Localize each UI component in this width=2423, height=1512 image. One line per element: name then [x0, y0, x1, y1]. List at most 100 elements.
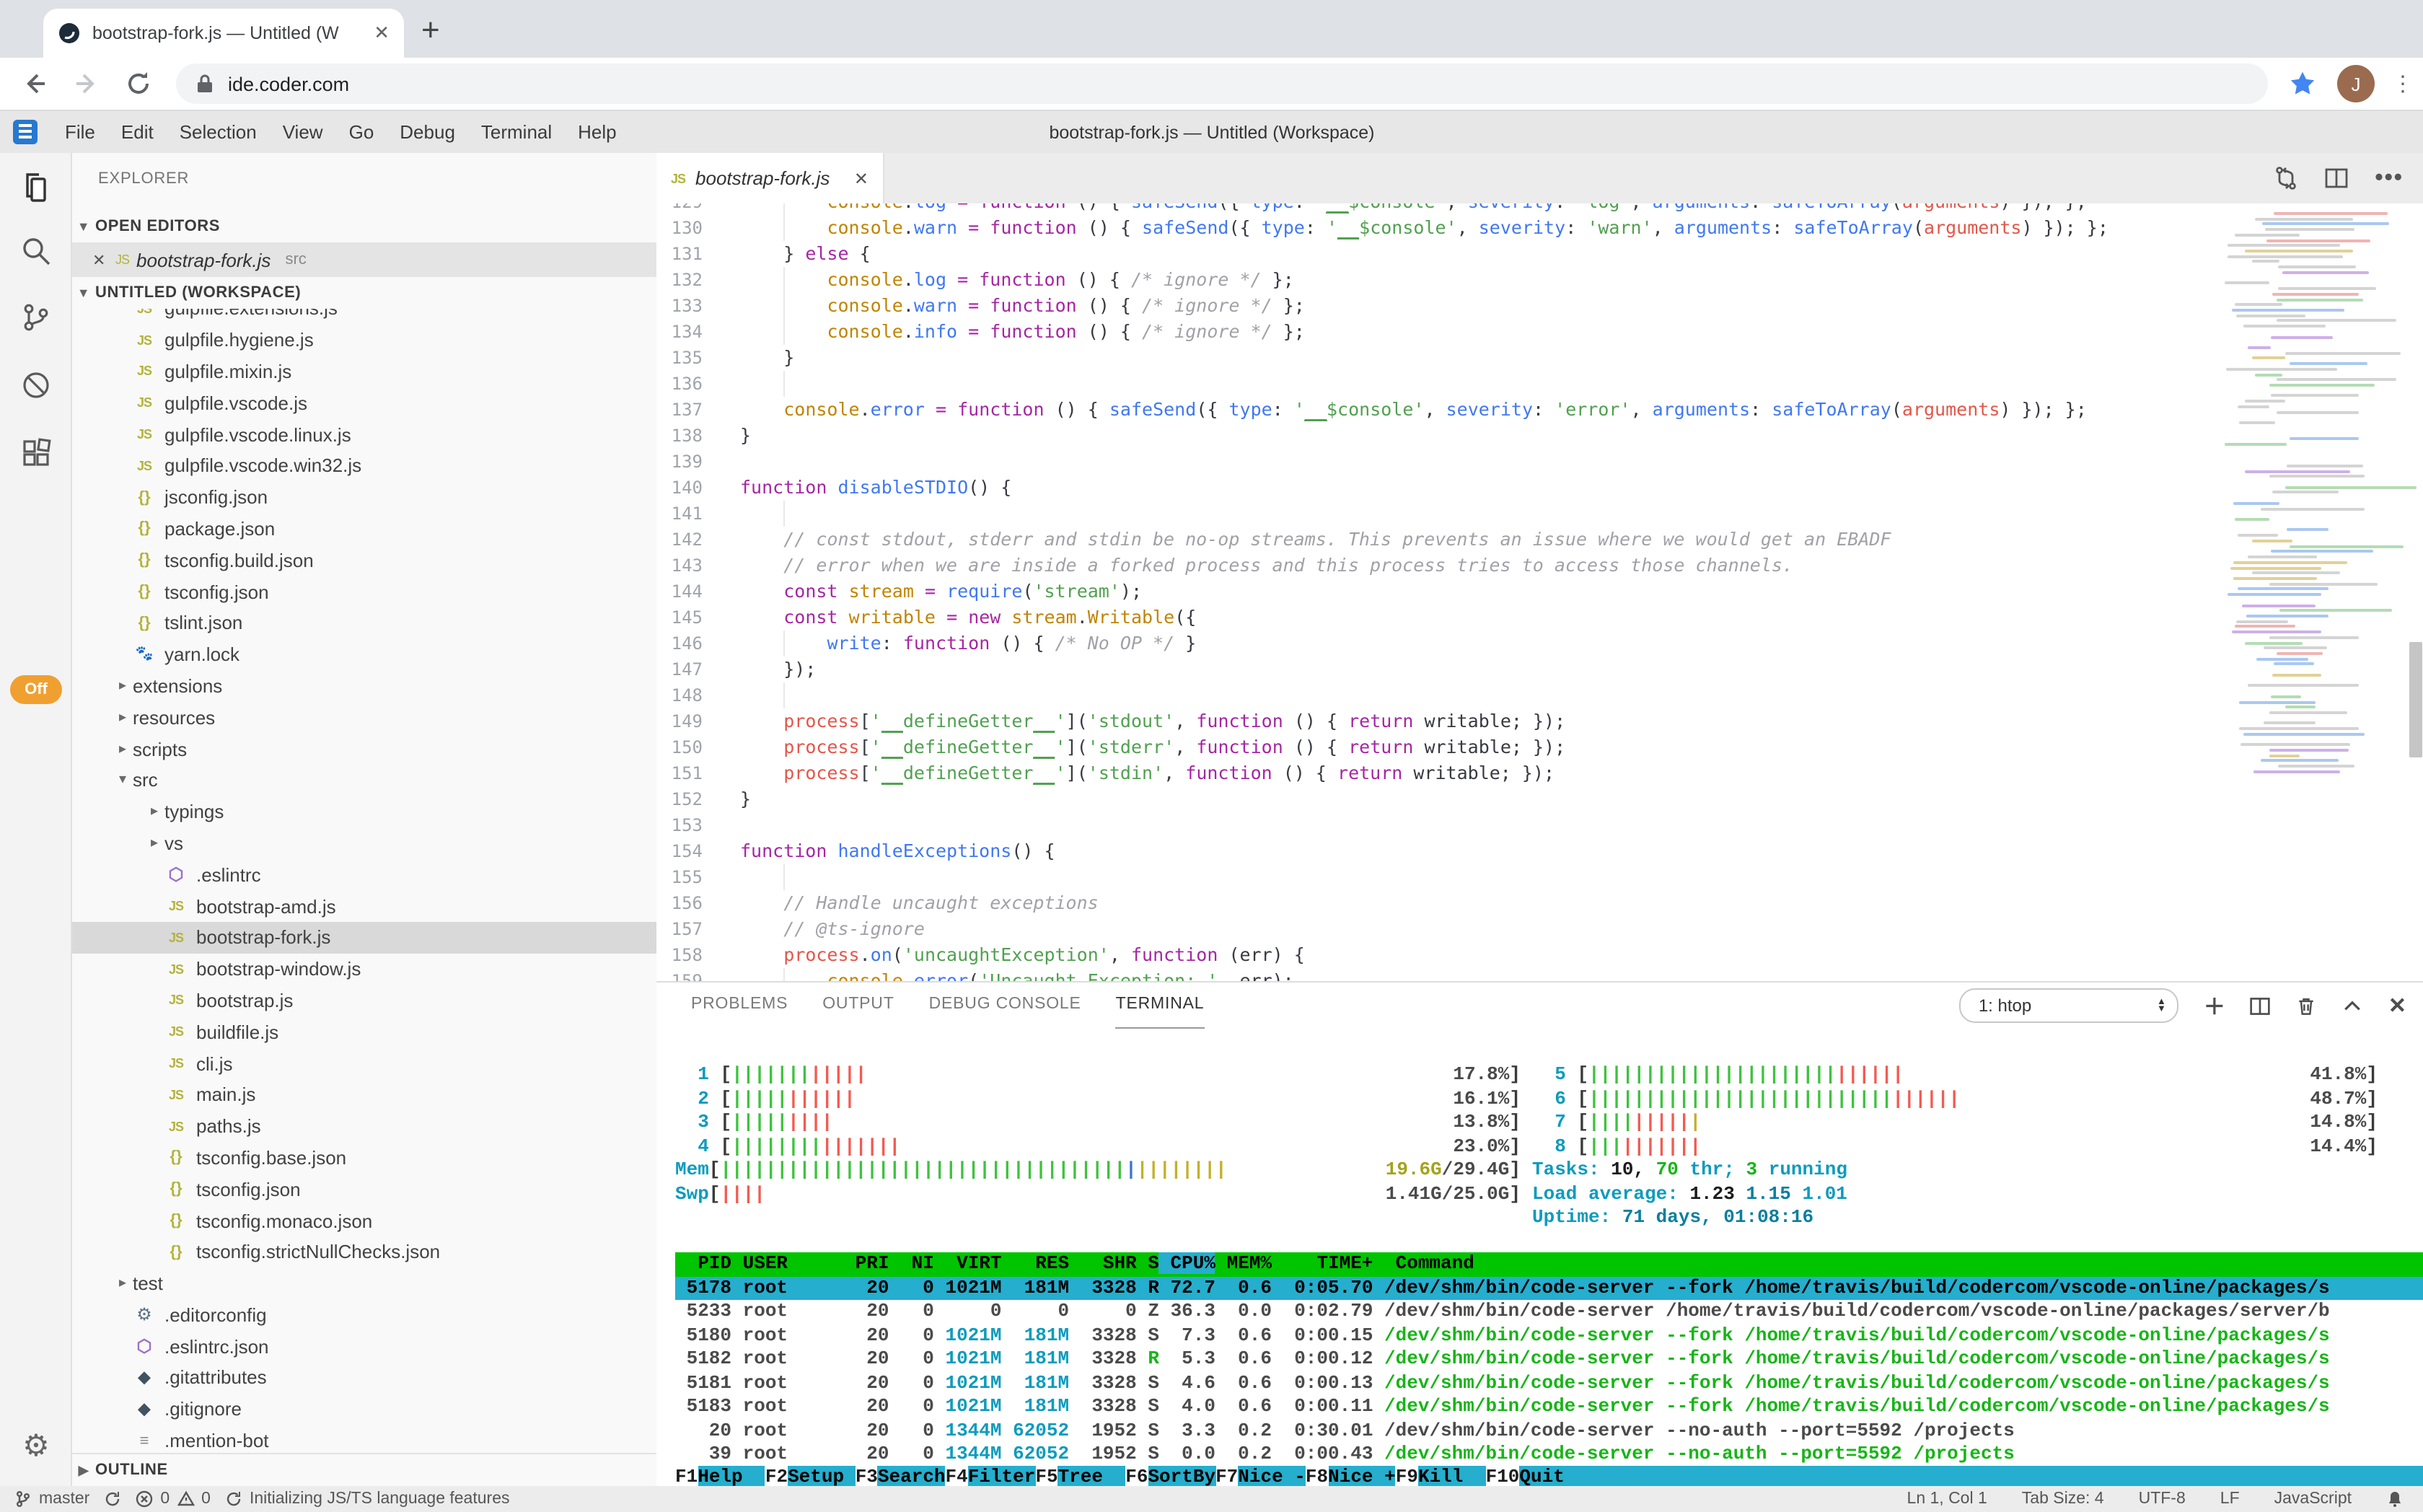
tree-item[interactable]: JScli.js — [72, 1047, 656, 1079]
open-editors-header[interactable]: ▼ OPEN EDITORS — [72, 211, 656, 242]
code-editor[interactable]: 129 console.log = function () { safeSend… — [656, 203, 2423, 981]
tree-item[interactable]: JSgulpfile.vscode.linux.js — [72, 418, 656, 450]
menu-go[interactable]: Go — [336, 111, 387, 153]
back-icon[interactable] — [20, 69, 49, 98]
tab-close-icon[interactable]: ✕ — [374, 22, 390, 45]
forward-icon[interactable] — [72, 69, 101, 98]
new-terminal-icon[interactable]: ＋ — [2204, 990, 2225, 1021]
sync-status[interactable] — [104, 1490, 121, 1508]
menu-terminal[interactable]: Terminal — [468, 111, 565, 153]
tree-item[interactable]: ▸resources — [72, 702, 656, 734]
panel-tab-output[interactable]: OUTPUT — [822, 983, 894, 1029]
close-panel-icon[interactable]: ✕ — [2388, 993, 2406, 1019]
browser-avatar[interactable]: J — [2337, 65, 2375, 102]
tree-item[interactable]: JSbootstrap-fork.js — [72, 922, 656, 954]
menu-selection[interactable]: Selection — [167, 111, 270, 153]
tree-item[interactable]: JSgulpfile.hygiene.js — [72, 325, 656, 356]
language-mode[interactable]: JavaScript — [2274, 1490, 2352, 1508]
htop-process-row[interactable]: 5233 root 20 0 0 0 0 Z 36.3 0.0 0:02.79 … — [675, 1300, 2423, 1324]
open-changes-icon[interactable] — [2274, 166, 2298, 190]
tree-item[interactable]: ▸typings — [72, 796, 656, 828]
tree-item[interactable]: {}tsconfig.strictNullChecks.json — [72, 1236, 656, 1268]
htop-process-row[interactable]: 20 root 20 0 1344M 62052 1952 S 3.3 0.2 … — [675, 1419, 2423, 1443]
tree-item[interactable]: JSgulpfile.extensions.js — [72, 309, 656, 325]
tree-item[interactable]: ▸vs — [72, 827, 656, 859]
htop-table-header[interactable]: PID USER PRI NI VIRT RES SHR S CPU% MEM%… — [675, 1252, 2423, 1276]
browser-menu-icon[interactable]: ⋮ — [2392, 71, 2398, 97]
tree-item[interactable]: ⬡.eslintrc — [72, 859, 656, 891]
source-control-icon[interactable] — [0, 286, 72, 349]
open-editor-item[interactable]: ✕ JS bootstrap-fork.js src — [72, 242, 656, 277]
htop-process-row[interactable]: 5182 root 20 0 1021M 181M 3328 R 5.3 0.6… — [675, 1348, 2423, 1371]
search-icon[interactable] — [0, 219, 72, 283]
tree-item[interactable]: JSbuildfile.js — [72, 1016, 656, 1048]
tree-item[interactable]: JSbootstrap.js — [72, 985, 656, 1016]
tree-item[interactable]: ▸scripts — [72, 733, 656, 765]
split-editor-icon[interactable] — [2324, 166, 2349, 190]
tree-item[interactable]: JSmain.js — [72, 1079, 656, 1111]
browser-tab[interactable]: bootstrap-fork.js — Untitled (W ✕ — [43, 9, 404, 58]
eol[interactable]: LF — [2220, 1490, 2240, 1508]
tree-item[interactable]: JSgulpfile.mixin.js — [72, 356, 656, 387]
new-tab-button[interactable]: + — [421, 14, 440, 46]
close-editor-icon[interactable]: ✕ — [92, 250, 115, 269]
editor-scrollbar[interactable] — [2409, 642, 2422, 757]
tree-item[interactable]: ◆.gitattributes — [72, 1362, 656, 1394]
tree-item[interactable]: ◆.gitignore — [72, 1394, 656, 1425]
tree-item[interactable]: ⚙.editorconfig — [72, 1299, 656, 1331]
htop-process-row[interactable]: 5181 root 20 0 1021M 181M 3328 S 4.6 0.6… — [675, 1371, 2423, 1395]
kill-terminal-icon[interactable] — [2296, 995, 2318, 1016]
htop-process-row[interactable]: 5180 root 20 0 1021M 181M 3328 S 7.3 0.6… — [675, 1324, 2423, 1348]
tree-item[interactable]: JSbootstrap-amd.js — [72, 890, 656, 922]
htop-process-row[interactable]: 5178 root 20 0 1021M 181M 3328 R 72.7 0.… — [675, 1276, 2423, 1300]
tree-item[interactable]: ▸extensions — [72, 670, 656, 702]
tree-item[interactable]: {}tsconfig.monaco.json — [72, 1205, 656, 1236]
tree-item[interactable]: {}tslint.json — [72, 607, 656, 639]
branch-status[interactable]: master — [14, 1490, 89, 1508]
tree-item[interactable]: JSgulpfile.vscode.js — [72, 387, 656, 419]
extensions-icon[interactable] — [0, 421, 72, 485]
tree-item[interactable]: ≡.mention-bot — [72, 1425, 656, 1454]
panel-tab-debug-console[interactable]: DEBUG CONSOLE — [929, 983, 1081, 1029]
tree-item[interactable]: JSpaths.js — [72, 1110, 656, 1142]
panel-tab-problems[interactable]: PROBLEMS — [691, 983, 788, 1029]
htop-process-row[interactable]: 39 root 20 0 1344M 62052 1952 S 0.0 0.2 … — [675, 1443, 2423, 1467]
tree-item[interactable]: ▸test — [72, 1267, 656, 1299]
maximize-panel-icon[interactable] — [2342, 995, 2364, 1016]
workspace-header[interactable]: ▼ UNTITLED (WORKSPACE) — [72, 277, 656, 309]
tree-item[interactable]: {}package.json — [72, 513, 656, 545]
tree-item[interactable]: {}tsconfig.json — [72, 1174, 656, 1205]
tree-item[interactable]: {}tsconfig.build.json — [72, 545, 656, 576]
encoding[interactable]: UTF-8 — [2139, 1490, 2186, 1508]
tree-item[interactable]: ▾src — [72, 765, 656, 796]
menu-debug[interactable]: Debug — [387, 111, 468, 153]
tree-item[interactable]: {}tsconfig.json — [72, 576, 656, 607]
split-terminal-icon[interactable] — [2250, 995, 2272, 1016]
off-badge[interactable]: Off — [10, 675, 62, 704]
htop-process-row[interactable]: 5183 root 20 0 1021M 181M 3328 S 4.0 0.6… — [675, 1395, 2423, 1419]
bookmark-star-icon[interactable] — [2288, 69, 2317, 98]
minimap[interactable] — [2225, 212, 2401, 789]
address-bar[interactable]: ide.coder.com — [176, 63, 2268, 104]
reload-icon[interactable] — [124, 69, 153, 98]
tree-item[interactable]: {}tsconfig.base.json — [72, 1142, 656, 1174]
tab-size[interactable]: Tab Size: 4 — [2022, 1490, 2104, 1508]
tree-item[interactable]: {}jsconfig.json — [72, 482, 656, 514]
menu-edit[interactable]: Edit — [108, 111, 167, 153]
tree-item[interactable]: 🐾yarn.lock — [72, 639, 656, 671]
terminal-select[interactable]: 1: htop ▲▼ — [1960, 988, 2179, 1023]
tree-item[interactable]: JSgulpfile.vscode.win32.js — [72, 450, 656, 482]
outline-header[interactable]: ▶ OUTLINE — [72, 1453, 656, 1486]
more-actions-icon[interactable]: ••• — [2375, 165, 2404, 191]
debug-disabled-icon[interactable] — [0, 353, 72, 417]
problems-status[interactable]: 0 0 — [136, 1490, 211, 1508]
panel-tab-terminal[interactable]: TERMINAL — [1116, 983, 1205, 1029]
tree-item[interactable]: ⬡.eslintrc.json — [72, 1331, 656, 1363]
menu-help[interactable]: Help — [565, 111, 630, 153]
editor-tab[interactable]: JS bootstrap-fork.js ✕ — [656, 153, 884, 203]
menu-file[interactable]: File — [52, 111, 108, 153]
tab-close-icon[interactable]: ✕ — [854, 168, 869, 188]
explorer-icon[interactable] — [0, 156, 72, 219]
terminal[interactable]: 1 [||||||||||||17.8%] 2 [|||||||||||16.1… — [675, 1029, 2423, 1486]
menu-view[interactable]: View — [270, 111, 336, 153]
